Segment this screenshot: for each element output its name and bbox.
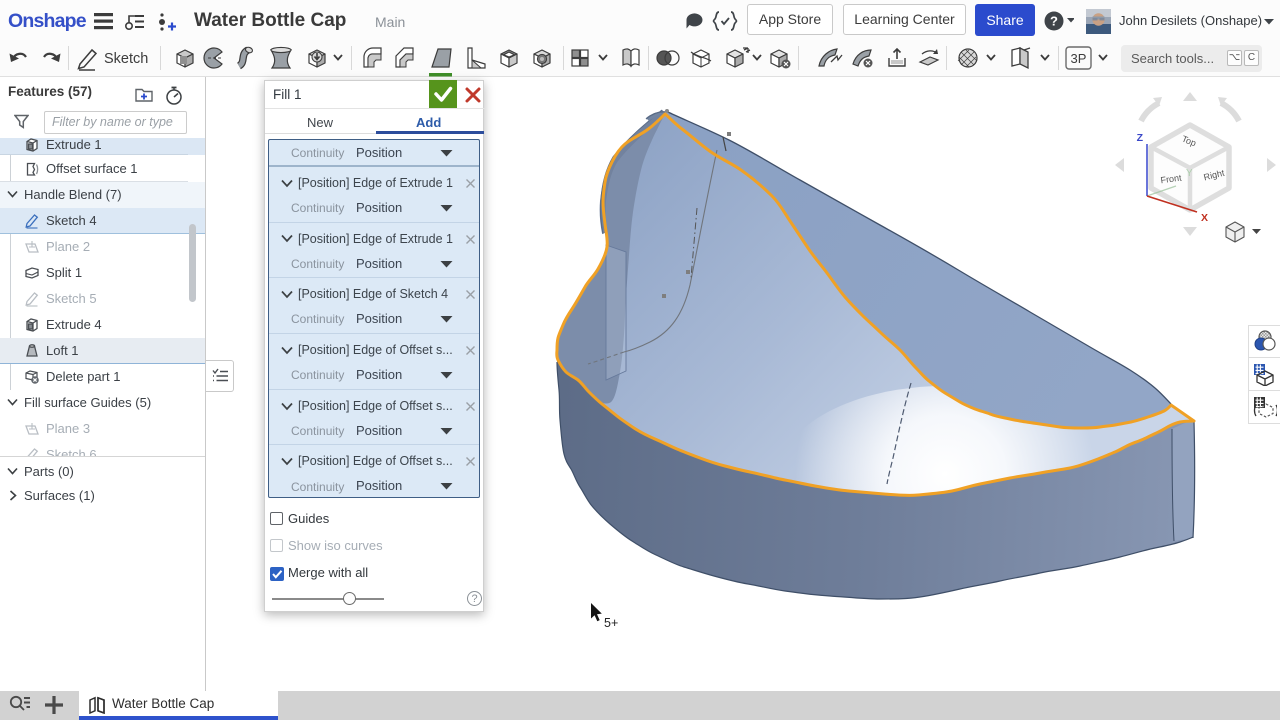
svg-text:5+: 5+ [604, 616, 618, 630]
svg-text:Z: Z [1137, 132, 1144, 144]
svg-text:3P: 3P [1071, 51, 1087, 66]
svg-text:X: X [1201, 212, 1208, 224]
svg-text:?: ? [1050, 14, 1058, 29]
svg-text:Y: Y [1186, 168, 1193, 179]
